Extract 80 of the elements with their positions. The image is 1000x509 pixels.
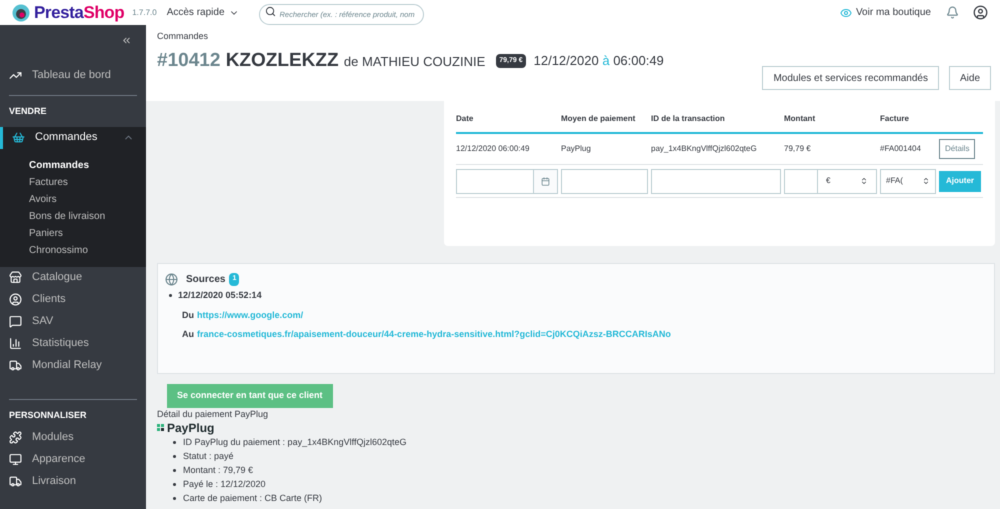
- sidebar-item[interactable]: Tableau de bord: [0, 64, 146, 86]
- bullet-icon: [173, 441, 176, 444]
- payment-detail: Statut : payé: [183, 450, 234, 463]
- submenu-item[interactable]: Chronossimo: [0, 242, 146, 258]
- logo-icon: [12, 4, 30, 22]
- puzzle-icon: [9, 430, 22, 444]
- payplug-logo: PayPlug: [167, 420, 214, 437]
- table-cell-text: #FA001404: [880, 143, 922, 155]
- column-header: Date: [456, 113, 474, 125]
- currency-select[interactable]: €: [818, 168, 877, 194]
- bell-icon[interactable]: [946, 6, 959, 19]
- payment-detail: Carte de paiement : CB Carte (FR): [183, 492, 322, 505]
- payment-detail: ID PayPlug du paiement : pay_1x4BKngVlffQjzl602qteG: [183, 436, 406, 449]
- truck-icon: [9, 359, 22, 372]
- table-cell-text: pay_1x4BKngVlffQjzl602qteG: [651, 143, 758, 155]
- user-icon: [9, 293, 22, 306]
- payment-method-field[interactable]: [561, 168, 648, 194]
- details-button[interactable]: Détails: [939, 139, 976, 159]
- submenu-item[interactable]: Avoirs: [0, 190, 146, 208]
- sidebar-item[interactable]: Mondial Relay: [0, 354, 146, 376]
- monitor-icon: [9, 452, 22, 466]
- source-date: 12/12/2020 05:52:14: [178, 289, 262, 302]
- header-button[interactable]: Aide: [948, 66, 991, 90]
- bullet-icon: [173, 469, 176, 472]
- payment-detail: Montant : 79,79 €: [183, 464, 254, 477]
- submenu-item[interactable]: Commandes: [0, 156, 146, 174]
- sidebar-item[interactable]: Livraison: [0, 470, 146, 492]
- amount-field[interactable]: [784, 168, 818, 194]
- bar-chart-icon: [9, 337, 22, 350]
- payplug-logo-icon: [157, 424, 164, 432]
- to-label: Au: [182, 328, 194, 341]
- basket-icon: [12, 131, 25, 144]
- search-icon: [264, 6, 276, 16]
- sidebar-item[interactable]: Statistiques: [0, 332, 146, 354]
- bullet-icon: [173, 483, 176, 486]
- bullet-icon: [173, 497, 176, 500]
- chat-icon: [9, 315, 22, 328]
- date-field[interactable]: [456, 168, 558, 194]
- quick-access-menu[interactable]: Accès rapide: [166, 5, 239, 20]
- calendar-icon[interactable]: [541, 176, 550, 186]
- version-label: 1.7.7.0: [132, 6, 157, 18]
- table-cell-text: 12/12/2020 06:00:49: [456, 143, 530, 155]
- page-title: #10412 KZOZLEKZZ de MATHIEU COUZINIE: [157, 48, 486, 72]
- column-header: Facture: [880, 113, 910, 125]
- submenu-item[interactable]: Paniers: [0, 224, 146, 242]
- table-cell-text: PayPlug: [561, 143, 592, 155]
- view-shop-link[interactable]: Voir ma boutique: [840, 5, 931, 20]
- breadcrumb[interactable]: Commandes: [157, 30, 989, 44]
- select-arrows-icon: [860, 177, 868, 185]
- column-header: Moyen de paiement: [561, 113, 636, 125]
- bullet-icon: [169, 294, 172, 298]
- sidebar-item[interactable]: Clients: [0, 288, 146, 310]
- sidebar-item[interactable]: Modules: [0, 426, 146, 448]
- order-date: 12/12/2020 à 06:00:49: [534, 52, 664, 70]
- sidebar-item[interactable]: SAV: [0, 310, 146, 332]
- column-header: ID de la transaction: [651, 113, 726, 125]
- select-arrows-icon: [922, 177, 930, 185]
- header-button[interactable]: Modules et services recommandés: [762, 66, 939, 90]
- panel-title: Sources: [186, 273, 226, 287]
- sidebar-item[interactable]: Catalogue: [0, 266, 146, 288]
- payplug-heading: Détail du paiement PayPlug: [157, 408, 270, 420]
- collapse-icon[interactable]: [121, 35, 132, 46]
- sidebar-section-title: VENDRE: [8, 105, 48, 118]
- submenu-item[interactable]: Factures: [0, 174, 146, 190]
- column-header: Montant: [784, 113, 816, 125]
- truck-icon: [9, 474, 22, 488]
- table-cell-text: 79,79 €: [784, 143, 812, 155]
- sidebar-section-title: PERSONNALISER: [8, 408, 88, 422]
- eye-icon: [840, 6, 852, 18]
- bullet-icon: [173, 455, 176, 458]
- transaction-id-field[interactable]: [651, 168, 781, 194]
- sidebar-item[interactable]: Apparence: [0, 448, 146, 470]
- invoice-select[interactable]: #FA(: [880, 168, 936, 194]
- account-icon[interactable]: [973, 5, 988, 20]
- payment-detail: Payé le : 12/12/2020: [183, 478, 266, 491]
- from-label: Du: [182, 308, 194, 322]
- submenu-item[interactable]: Bons de livraison: [0, 208, 146, 224]
- logo[interactable]: PrestaShop: [34, 0, 124, 26]
- globe-icon: [165, 273, 178, 286]
- store-icon: [9, 271, 22, 284]
